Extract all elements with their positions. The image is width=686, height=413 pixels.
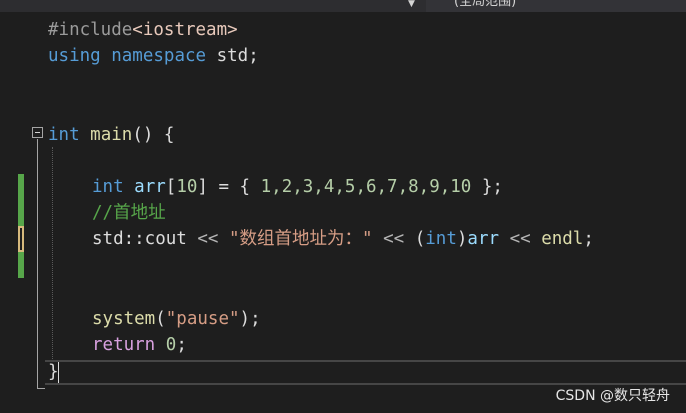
collapse-toggle-icon[interactable] <box>32 127 43 138</box>
outline-line <box>37 139 38 389</box>
keyword-return: return <box>92 335 156 355</box>
stream-operator: << <box>372 229 415 249</box>
current-line-highlight <box>45 360 686 385</box>
text-caret <box>58 362 59 383</box>
code-line-12: system("pause"); <box>92 306 261 332</box>
code-line-7: int arr[10] = { 1,2,3,4,5,6,7,8,9,10 }; <box>92 177 503 197</box>
string-literal: "数组首地址为：" <box>228 229 373 249</box>
semicolon: ; <box>248 46 259 66</box>
function-name: main <box>90 125 133 145</box>
string-literal: "pause" <box>165 309 240 329</box>
array-name: arr <box>134 177 166 197</box>
cout-stream: std::cout <box>92 229 187 249</box>
return-value: 0 <box>165 335 177 355</box>
function-signature-rest: () { <box>132 125 175 145</box>
watermark: CSDN @数只轻舟 <box>555 388 670 404</box>
keyword-using: using <box>48 46 101 66</box>
code-line-5: int main() { <box>48 122 174 148</box>
array-type: int <box>92 177 124 197</box>
code-line-9: std::cout << "数组首地址为：" << (int)arr << en… <box>92 226 594 252</box>
cast-type: int <box>425 229 457 249</box>
stream-operator: << <box>186 229 229 249</box>
paren-open: ( <box>155 309 166 329</box>
saved-change-indicator <box>18 252 24 278</box>
code-line-8: //首地址 <box>92 203 166 223</box>
chevron-down-icon[interactable]: ▼ <box>408 0 415 9</box>
initializer-values: 1,2,3,4,5,6,7,8,9,10 <box>260 177 472 197</box>
namespace-name: std <box>216 46 249 66</box>
code-line-1: #include<iostream> <box>48 17 238 43</box>
semicolon: ; <box>176 335 187 355</box>
closing-brace: } <box>48 362 59 382</box>
initializer-close: }; <box>471 177 503 197</box>
keyword-namespace: namespace <box>111 46 207 66</box>
outline-end <box>37 388 45 389</box>
unsaved-change-indicator <box>18 226 24 252</box>
saved-change-indicator <box>18 174 24 226</box>
array-size: 10 <box>176 177 198 197</box>
scope-bar: ▼ (全局范围) <box>0 0 686 12</box>
code-line-13: return 0; <box>92 332 187 358</box>
stream-operator: << <box>499 229 542 249</box>
endl-manipulator: endl <box>541 229 584 249</box>
code-line-14: } <box>48 359 59 385</box>
initializer-open: = { <box>207 177 261 197</box>
indent-guide <box>52 147 53 361</box>
include-header: <iostream> <box>132 20 238 40</box>
semicolon: ; <box>583 229 594 249</box>
system-call: system <box>92 309 156 329</box>
paren-close: ); <box>239 309 261 329</box>
preprocessor-directive: #include <box>48 20 133 40</box>
return-type: int <box>48 125 80 145</box>
code-line-2: using namespace std; <box>48 43 259 69</box>
code-editor[interactable]: #include<iostream> using namespace std; … <box>0 12 686 413</box>
cast-open: ( <box>414 229 426 249</box>
array-reference: arr <box>467 229 500 249</box>
cast-close: ) <box>456 229 468 249</box>
scope-label[interactable]: (全局范围) <box>454 0 516 9</box>
